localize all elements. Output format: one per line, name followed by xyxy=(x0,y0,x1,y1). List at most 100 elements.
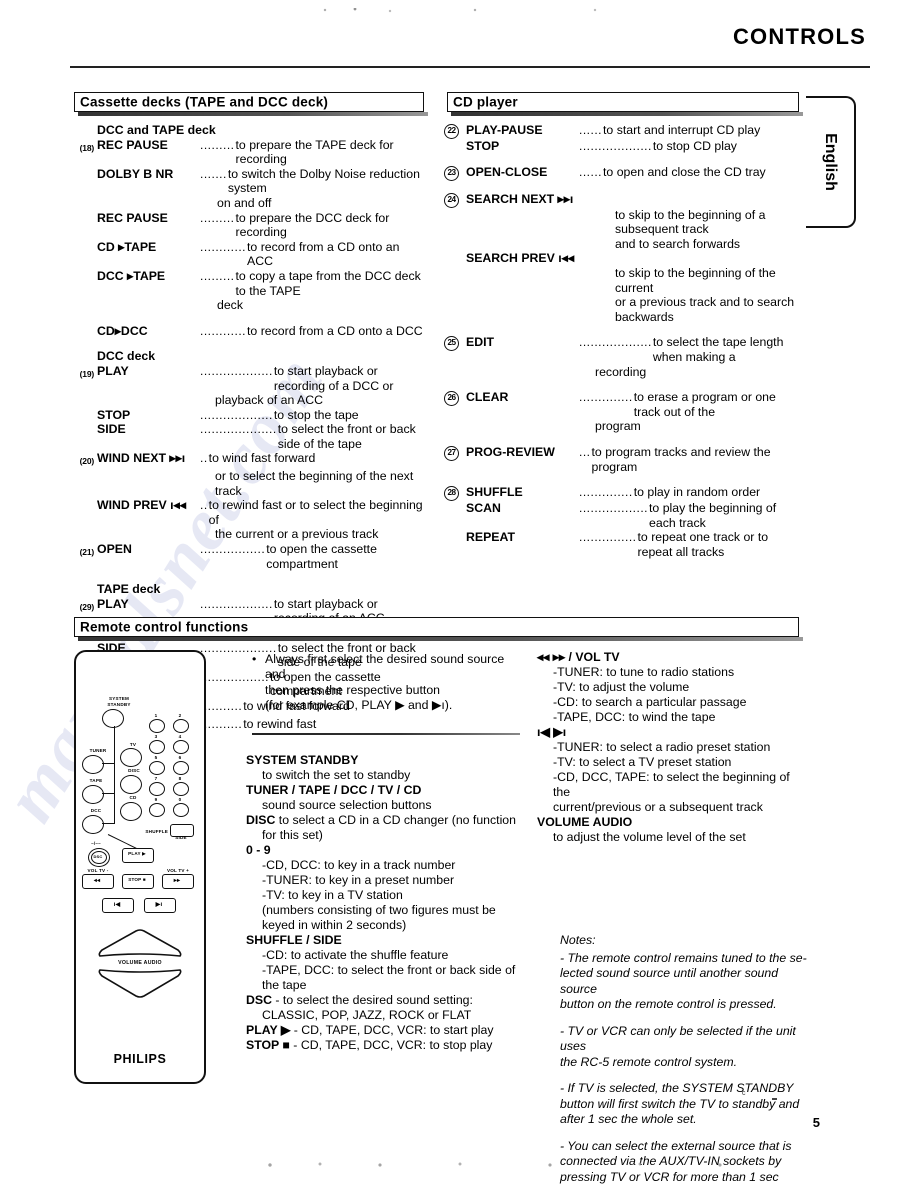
item-number: 28 xyxy=(444,485,466,502)
definition-row: WIND PREV ı◂◂.. to rewind fast or to sele… xyxy=(74,498,426,527)
item-number: 18 xyxy=(74,138,97,156)
definition-term-row: VOLUME AUDIO xyxy=(537,815,809,830)
definition-term: DSC xyxy=(246,993,272,1007)
control-description: to play in random order xyxy=(633,485,761,500)
control-name: OPEN xyxy=(97,542,132,557)
remote-right-column: ◂◂ ▸▸ / VOL TV -TUNER: to tune to radio s… xyxy=(537,650,809,845)
control-description: to repeat one track or to repeat all tra… xyxy=(637,530,769,559)
bullet-icon: • xyxy=(252,652,257,666)
control-name: SHUFFLE xyxy=(466,485,523,500)
control-name: PLAY xyxy=(97,363,129,378)
definition-detail: -TUNER: to select a radio preset station xyxy=(553,740,771,754)
bullet-icon xyxy=(252,683,265,698)
standby-button[interactable] xyxy=(102,709,124,728)
item-number: 20 xyxy=(74,451,97,469)
dsc-top-label: –/–– xyxy=(91,841,101,846)
section-header-shadow-remote xyxy=(78,637,803,641)
definition-term-row: SHUFFLE / SIDE xyxy=(246,933,528,948)
cd-button[interactable] xyxy=(120,802,142,821)
next-track-label: ▶ı xyxy=(155,902,163,908)
definition-row: 28 SHUFFLE.............. to play in random… xyxy=(444,485,800,502)
definition-block: DISC to select a CD in a CD changer (no … xyxy=(246,813,528,843)
definition-term-row: DISC to select a CD in a CD changer (no … xyxy=(246,813,528,828)
item-number xyxy=(444,530,466,531)
intro-bullet-line: then press the respective button xyxy=(252,683,520,698)
control-name: SEARCH PREV ı◂◂ xyxy=(466,251,575,266)
note-paragraph: - TV or VCR can only be selected if the … xyxy=(560,1023,796,1069)
control-name: DCC ▸TAPE xyxy=(97,268,166,283)
key-2-button[interactable] xyxy=(173,719,189,733)
stop-label: STOP ■ xyxy=(128,877,146,882)
item-number xyxy=(444,139,466,140)
control-description-continued: and to search forwards xyxy=(615,236,741,251)
page-title: CONTROLS xyxy=(732,24,866,49)
item-number xyxy=(74,240,97,243)
scan-artifact-mark: c xyxy=(742,1090,746,1097)
remote-notes: Notes: - The remote control remains tuned… xyxy=(560,933,810,1196)
control-name: PROG-REVIEW xyxy=(466,444,555,459)
definition-block: SHUFFLE / SIDE -CD: to activate the shuff… xyxy=(246,933,528,993)
tv-button[interactable] xyxy=(120,748,142,767)
definition-row: CD▸DCC............ to record from a CD on… xyxy=(74,324,426,339)
dot-leader: ................. xyxy=(200,542,266,557)
key-7-button[interactable] xyxy=(149,782,165,796)
key-1-label: 1 xyxy=(154,713,158,718)
control-description-continued: the current or a previous track xyxy=(215,527,379,542)
key-3-button[interactable] xyxy=(149,740,165,754)
key-8-button[interactable] xyxy=(173,782,189,796)
key-6-button[interactable] xyxy=(173,761,189,775)
disc-button[interactable] xyxy=(120,775,142,794)
key-4-button[interactable] xyxy=(173,740,189,754)
control-description-continued: program xyxy=(595,419,641,434)
control-name: REC PAUSE xyxy=(97,210,168,225)
section-header-cassette-decks: Cassette decks (TAPE and DCC deck) xyxy=(74,92,424,112)
key-9-button[interactable] xyxy=(149,803,165,817)
volume-up-pad[interactable] xyxy=(96,928,184,958)
control-name: SCAN xyxy=(466,501,501,516)
page-number: 5 xyxy=(812,1115,820,1130)
key-7-label: 7 xyxy=(154,776,158,781)
standby-label-line1: SYSTEM xyxy=(108,696,130,701)
definition-row: SCAN.................. to play the beginn… xyxy=(444,501,800,530)
connector-line xyxy=(114,726,116,824)
intro-bullet-text: then press the respective button xyxy=(265,682,440,697)
control-name: EDIT xyxy=(466,335,495,350)
intro-bullet-line: • Always first select the desired sound s… xyxy=(252,652,520,683)
item-number xyxy=(74,422,97,425)
tape-button[interactable] xyxy=(82,785,104,804)
dot-leader: .................... xyxy=(200,422,277,437)
tuner-button[interactable] xyxy=(82,755,104,774)
item-number-badge: 22 xyxy=(444,124,459,139)
definition-block: ◂◂ ▸▸ / VOL TV -TUNER: to tune to radio s… xyxy=(537,650,809,725)
control-description: to stop the tape xyxy=(273,407,359,422)
definition-term: ◂◂ ▸▸ / VOL TV xyxy=(537,650,620,664)
definition-term: TUNER / TAPE / DCC / TV / CD xyxy=(246,783,422,797)
key-0-button[interactable] xyxy=(173,803,189,817)
dot-leader: ...... xyxy=(579,164,603,179)
control-description-continued: to skip to the beginning of the current xyxy=(615,265,776,295)
dcc-button[interactable] xyxy=(82,815,104,834)
control-name: SEARCH NEXT ▸▸ı xyxy=(466,191,574,206)
dot-leader: ............... xyxy=(579,530,637,545)
key-5-button[interactable] xyxy=(149,761,165,775)
item-number: 24 xyxy=(444,192,466,208)
dot-leader: ............ xyxy=(200,239,247,254)
dot-leader: ......... xyxy=(200,210,235,225)
definition-term: SYSTEM STANDBY xyxy=(246,753,359,767)
dot-leader: ................... xyxy=(579,139,652,153)
volume-down-pad[interactable] xyxy=(96,967,184,999)
control-description: to select the tape length when making a xyxy=(652,335,784,364)
key-1-button[interactable] xyxy=(149,719,165,733)
cd-label: CD xyxy=(129,795,137,800)
control-description: to prepare the DCC deck for recording xyxy=(235,210,390,240)
control-description: to program tracks and review the program xyxy=(591,444,771,474)
item-number: 27 xyxy=(444,445,466,461)
item-number-badge: 25 xyxy=(444,336,459,352)
control-name: REC PAUSE xyxy=(97,137,168,152)
philips-brand-logo: PHILIPS xyxy=(113,1052,167,1066)
item-number: 26 xyxy=(444,390,466,407)
